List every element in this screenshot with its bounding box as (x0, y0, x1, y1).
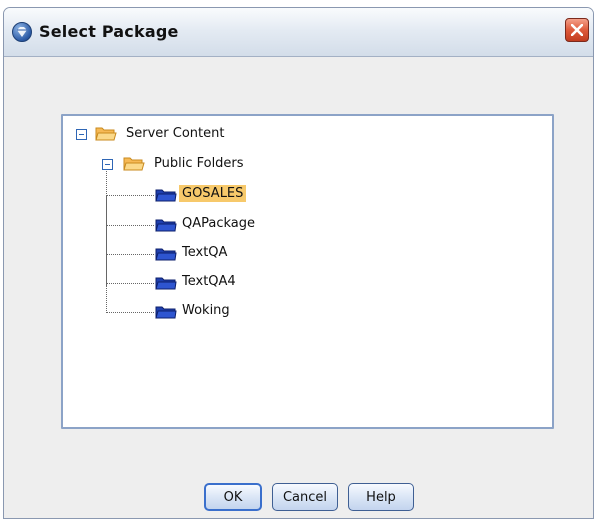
package-icon (155, 189, 177, 202)
tree-node-label: TextQA4 (182, 274, 236, 289)
package-icon (155, 219, 177, 232)
tree-node-label: Public Folders (154, 156, 244, 171)
folder-open-icon (95, 127, 117, 141)
folder-open-icon (123, 157, 145, 171)
tree-node-label: Woking (182, 303, 230, 318)
cancel-button[interactable]: Cancel (272, 483, 338, 511)
tree-node-textqa4[interactable]: TextQA4 (63, 273, 363, 293)
tree-node-label: TextQA (182, 245, 228, 260)
title-bar[interactable]: Select Package (4, 8, 593, 57)
package-tree[interactable]: Server Content Public Folders GOSALES QA… (61, 114, 554, 429)
package-icon (155, 248, 177, 261)
tree-node-server-content[interactable]: Server Content (63, 124, 363, 144)
tree-node-label: QAPackage (182, 216, 256, 231)
tree-node-gosales[interactable]: GOSALES (63, 185, 363, 205)
dialog-body: Server Content Public Folders GOSALES QA… (4, 57, 593, 518)
cognos-icon (12, 22, 32, 42)
tree-node-qapackage[interactable]: QAPackage (63, 215, 363, 235)
help-button[interactable]: Help (348, 483, 414, 511)
ok-button[interactable]: OK (204, 483, 262, 511)
collapse-icon[interactable] (102, 159, 113, 170)
package-icon (155, 277, 177, 290)
tree-node-woking[interactable]: Woking (63, 302, 363, 322)
close-icon (571, 24, 583, 36)
select-package-dialog: Select Package Server Content Public Fol… (3, 7, 594, 519)
tree-node-textqa[interactable]: TextQA (63, 244, 363, 264)
tree-node-label: Server Content (126, 126, 225, 141)
tree-node-public-folders[interactable]: Public Folders (63, 154, 363, 174)
dialog-title: Select Package (39, 22, 179, 41)
tree-node-label: GOSALES (179, 185, 247, 202)
collapse-icon[interactable] (76, 129, 87, 140)
package-icon (155, 306, 177, 319)
close-button[interactable] (565, 18, 589, 42)
